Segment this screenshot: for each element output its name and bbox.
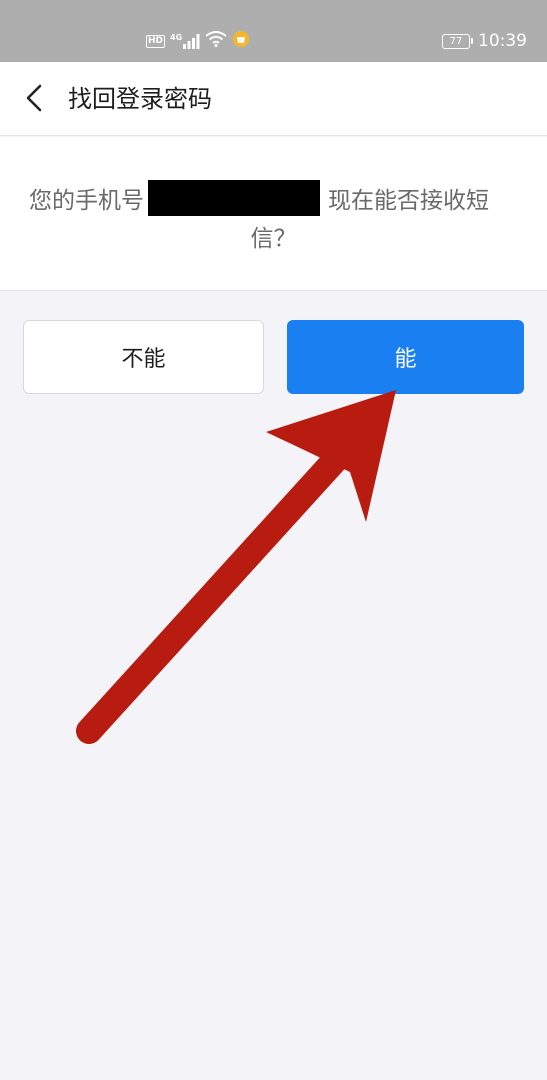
back-button[interactable] <box>12 76 56 120</box>
hd-badge: HD <box>146 34 166 48</box>
message-panel: 您的手机号 现在能否接收短 信？ <box>0 137 547 291</box>
battery-level: 77 <box>449 35 463 47</box>
message-line-1: 您的手机号 现在能否接收短 <box>29 179 489 217</box>
app-notification-icon <box>232 30 250 52</box>
cannot-receive-button[interactable]: 不能 <box>23 320 264 394</box>
wifi-icon <box>205 31 227 51</box>
status-icons: HD 4G <box>146 29 250 53</box>
battery-icon: 77 <box>442 33 473 49</box>
redacted-phone-number <box>148 180 320 216</box>
message-suffix: 现在能否接收短 <box>328 188 489 214</box>
page-title: 找回登录密码 <box>68 85 212 113</box>
signal-icon: 4G <box>170 33 200 49</box>
can-receive-button[interactable]: 能 <box>287 320 524 394</box>
nav-bar: 找回登录密码 <box>0 62 547 136</box>
status-time: 10:39 <box>478 31 527 51</box>
message-prefix: 您的手机号 <box>29 188 144 214</box>
chevron-left-icon <box>26 84 42 112</box>
message-line-2: 信？ <box>250 226 297 252</box>
network-type-label: 4G <box>170 33 183 42</box>
status-right: 77 10:39 <box>442 28 527 54</box>
status-bar: HD 4G 77 10:39 <box>0 0 547 62</box>
